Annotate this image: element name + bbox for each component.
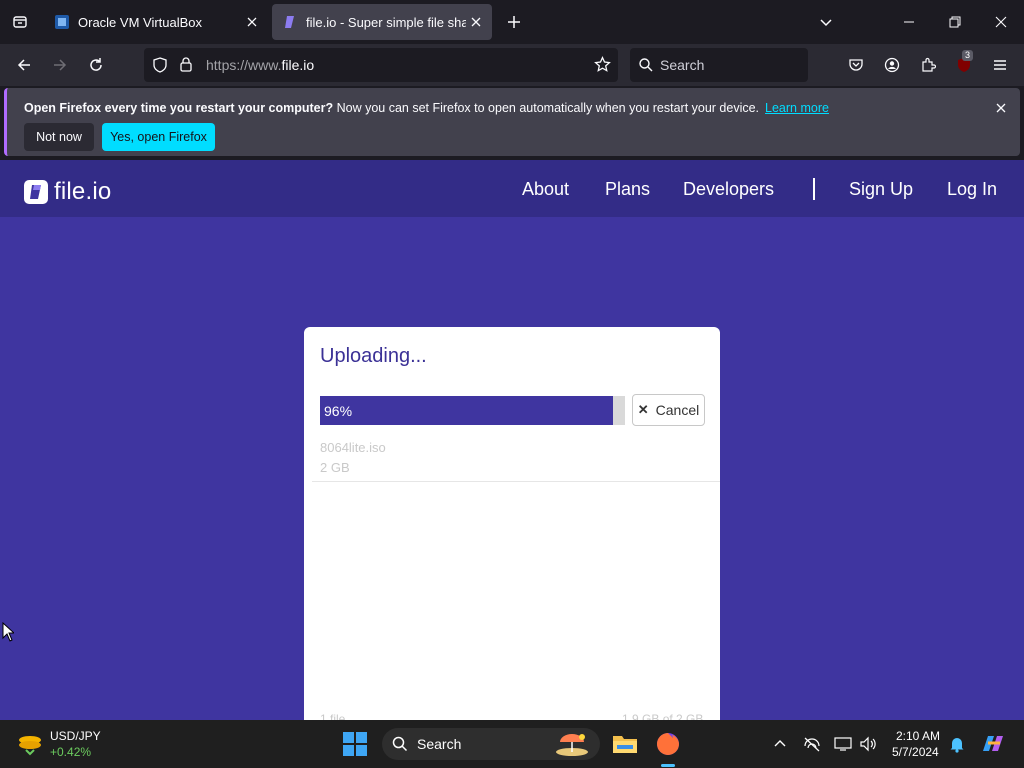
mouse-cursor-icon xyxy=(2,621,16,647)
cancel-label: Cancel xyxy=(655,402,700,418)
copilot-icon[interactable] xyxy=(980,734,1006,754)
search-icon xyxy=(638,57,654,78)
chevron-up-icon[interactable] xyxy=(770,734,790,754)
taskbar-search-label: Search xyxy=(417,736,462,752)
not-now-button[interactable]: Not now xyxy=(24,123,94,151)
bookmark-star-icon[interactable] xyxy=(594,56,611,78)
divider xyxy=(312,481,720,482)
clock-date[interactable]: 5/7/2024 xyxy=(892,745,939,759)
new-tab-button[interactable] xyxy=(502,10,526,34)
forward-button[interactable] xyxy=(46,51,74,79)
progress-fill xyxy=(320,396,613,425)
lock-icon[interactable] xyxy=(178,56,194,77)
nav-divider xyxy=(813,178,815,200)
nav-plans[interactable]: Plans xyxy=(605,179,650,200)
back-button[interactable] xyxy=(10,51,38,79)
nav-sign-up[interactable]: Sign Up xyxy=(849,179,913,200)
tab-strip: Oracle VM VirtualBox file.io - Super sim… xyxy=(0,0,1024,44)
default-browser-notification: Open Firefox every time you restart your… xyxy=(4,88,1020,156)
firefox-taskbar-icon[interactable] xyxy=(650,726,686,762)
search-icon xyxy=(392,736,408,757)
account-icon[interactable] xyxy=(878,51,906,79)
fileio-favicon-icon xyxy=(282,14,298,30)
restore-button[interactable] xyxy=(932,0,978,44)
upload-progress-bar: 96% xyxy=(320,396,625,425)
site-header: file.io About Plans Developers Sign Up L… xyxy=(0,160,1024,217)
chevron-down-icon[interactable] xyxy=(814,10,838,34)
file-name: 8064lite.iso xyxy=(320,440,386,455)
notification-message: Open Firefox every time you restart your… xyxy=(24,101,829,115)
file-explorer-icon[interactable] xyxy=(607,726,643,762)
upload-amount: 1.9 GB of 2 GB xyxy=(622,712,704,720)
url-bar[interactable]: https://www.file.io xyxy=(144,48,618,82)
network-off-icon[interactable] xyxy=(802,734,822,754)
file-size: 2 GB xyxy=(320,460,350,475)
site-logo[interactable]: file.io xyxy=(24,178,111,206)
url-text[interactable]: https://www.file.io xyxy=(206,57,314,73)
ticker-icon[interactable] xyxy=(16,732,44,761)
pocket-icon[interactable] xyxy=(842,51,870,79)
menu-icon[interactable] xyxy=(986,51,1014,79)
tab-title: file.io - Super simple file sharing xyxy=(306,14,466,30)
file-count: 1 file xyxy=(320,712,346,720)
windows-taskbar: USD/JPY +0.42% Search 2:10 AM 5/7/2024 xyxy=(0,720,1024,768)
tab-title: Oracle VM VirtualBox xyxy=(78,14,203,30)
search-bar[interactable]: Search xyxy=(630,48,808,82)
open-firefox-button[interactable]: Yes, open Firefox xyxy=(102,123,215,151)
windows-start-icon[interactable] xyxy=(343,732,367,761)
logo-text: file.io xyxy=(54,178,112,205)
cancel-button[interactable]: ✕ Cancel xyxy=(632,394,705,426)
active-app-indicator xyxy=(661,764,675,767)
progress-label: 96% xyxy=(324,403,353,419)
fileio-logo-icon xyxy=(24,180,48,204)
learn-more-link[interactable]: Learn more xyxy=(765,101,829,115)
ticker-change[interactable]: +0.42% xyxy=(50,745,91,759)
shield-icon[interactable] xyxy=(152,57,168,78)
close-notification-icon[interactable] xyxy=(991,98,1011,118)
close-tab-icon[interactable] xyxy=(242,12,262,32)
tab-list-icon[interactable] xyxy=(6,8,34,36)
close-tab-icon[interactable] xyxy=(466,12,486,32)
close-window-button[interactable] xyxy=(978,0,1024,44)
notification-bell-icon[interactable] xyxy=(947,734,967,754)
taskbar-search[interactable]: Search xyxy=(382,728,600,760)
search-placeholder: Search xyxy=(660,57,705,73)
nav-developers[interactable]: Developers xyxy=(683,179,774,200)
upload-card: Uploading... 96% ✕ Cancel 8064lite.iso 2… xyxy=(304,327,720,720)
display-icon[interactable] xyxy=(833,734,853,754)
clock-time[interactable]: 2:10 AM xyxy=(896,729,940,743)
volume-icon[interactable] xyxy=(858,734,878,754)
navigation-toolbar: https://www.file.io Search 3 xyxy=(0,44,1024,86)
nav-about[interactable]: About xyxy=(522,179,569,200)
upload-title: Uploading... xyxy=(320,345,427,367)
page-content: file.io About Plans Developers Sign Up L… xyxy=(0,160,1024,720)
nav-log-in[interactable]: Log In xyxy=(947,179,997,200)
minimize-button[interactable] xyxy=(886,0,932,44)
virtualbox-icon xyxy=(54,14,70,30)
tab-virtualbox[interactable]: Oracle VM VirtualBox xyxy=(44,4,268,40)
reload-button[interactable] xyxy=(82,51,110,79)
beach-icon xyxy=(554,732,590,761)
ticker-name[interactable]: USD/JPY xyxy=(50,729,101,743)
extension-badge: 3 xyxy=(962,50,974,61)
extensions-icon[interactable] xyxy=(914,51,942,79)
tab-fileio[interactable]: file.io - Super simple file sharing xyxy=(272,4,492,40)
close-icon: ✕ xyxy=(637,402,649,417)
